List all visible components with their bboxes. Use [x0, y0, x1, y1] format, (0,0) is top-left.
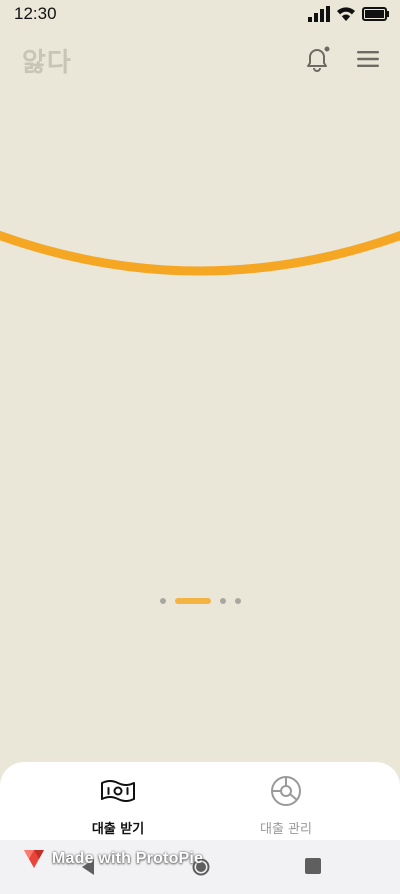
status-bar: 12:30: [0, 0, 400, 28]
pager-dot[interactable]: [159, 598, 166, 604]
tab-loan-receive[interactable]: 대출 받기: [58, 774, 178, 844]
protopie-watermark: Made with ProtoPie: [22, 848, 203, 870]
wifi-icon: [337, 7, 355, 21]
status-icons: [308, 4, 390, 24]
recents-icon[interactable]: [305, 858, 321, 874]
pager-dot[interactable]: [234, 598, 241, 604]
notification-button[interactable]: [300, 42, 334, 76]
menu-button[interactable]: [352, 42, 384, 76]
tab-label: 대출 받기: [91, 822, 145, 837]
hamburger-menu-icon: [357, 51, 379, 67]
hero-arc: [0, 230, 400, 276]
bell-icon: [307, 46, 330, 72]
status-time: 12:30: [14, 4, 57, 23]
brand-logo: 앓다: [22, 48, 72, 78]
pager-dot[interactable]: [219, 598, 226, 604]
pager-dot-active[interactable]: [174, 598, 211, 604]
protopie-logo-icon: [24, 850, 44, 868]
battery-icon: [362, 7, 389, 21]
tab-loan-manage[interactable]: 대출 관리: [226, 774, 346, 844]
watermark-text: Made with ProtoPie: [52, 850, 204, 867]
carousel-pager: [0, 596, 400, 606]
banknote-icon: [100, 774, 136, 808]
pie-chart-icon: [268, 774, 304, 808]
app-header: 앓다: [0, 36, 400, 82]
tab-label: 대출 관리: [260, 822, 312, 837]
signal-icon: [308, 6, 330, 22]
